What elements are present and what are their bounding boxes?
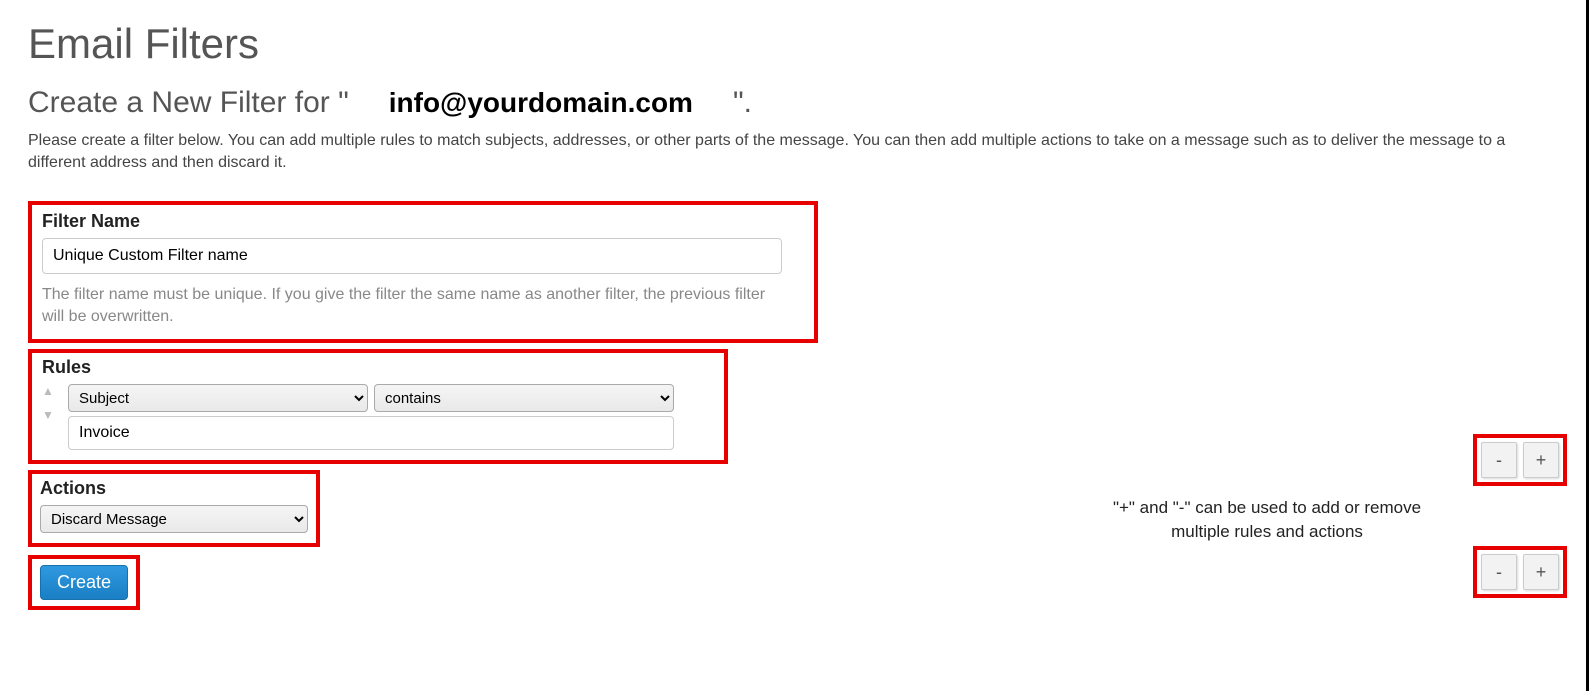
page-subtitle: Create a New Filter for " info@yourdomai… xyxy=(28,86,1561,120)
rule-sort-arrows[interactable]: ▲ ▼ xyxy=(42,386,54,420)
subtitle-email: info@yourdomain.com xyxy=(349,87,733,119)
rule-operator-select[interactable]: contains xyxy=(374,384,674,412)
actions-label: Actions xyxy=(40,478,308,499)
filter-name-label: Filter Name xyxy=(42,211,804,232)
subtitle-prefix: Create a New Filter for " xyxy=(28,86,349,120)
subtitle-suffix: ". xyxy=(733,86,752,120)
remove-action-button[interactable]: - xyxy=(1481,554,1517,590)
actions-section: Actions Discard Message xyxy=(28,470,320,547)
rules-section: Rules ▲ ▼ Subject contains xyxy=(28,349,728,464)
rule-plus-minus-row: - + xyxy=(1473,434,1567,486)
arrow-down-icon[interactable]: ▼ xyxy=(42,410,54,420)
action-select[interactable]: Discard Message xyxy=(40,505,308,533)
rule-field-select[interactable]: Subject xyxy=(68,384,368,412)
side-hint-text: "+" and "-" can be used to add or remove… xyxy=(1087,496,1447,544)
create-section: Create xyxy=(28,555,140,610)
filter-name-section: Filter Name The filter name must be uniq… xyxy=(28,201,818,343)
remove-rule-button[interactable]: - xyxy=(1481,442,1517,478)
add-action-button[interactable]: + xyxy=(1523,554,1559,590)
rules-label: Rules xyxy=(42,357,714,378)
rule-value-input[interactable] xyxy=(68,416,674,450)
add-rule-button[interactable]: + xyxy=(1523,442,1559,478)
create-button[interactable]: Create xyxy=(40,565,128,600)
filter-name-input[interactable] xyxy=(42,238,782,274)
arrow-up-icon[interactable]: ▲ xyxy=(42,386,54,396)
page-title: Email Filters xyxy=(28,20,1561,68)
filter-name-help: The filter name must be unique. If you g… xyxy=(42,284,782,327)
action-plus-minus-row: - + xyxy=(1473,546,1567,598)
page-description: Please create a filter below. You can ad… xyxy=(28,130,1561,173)
